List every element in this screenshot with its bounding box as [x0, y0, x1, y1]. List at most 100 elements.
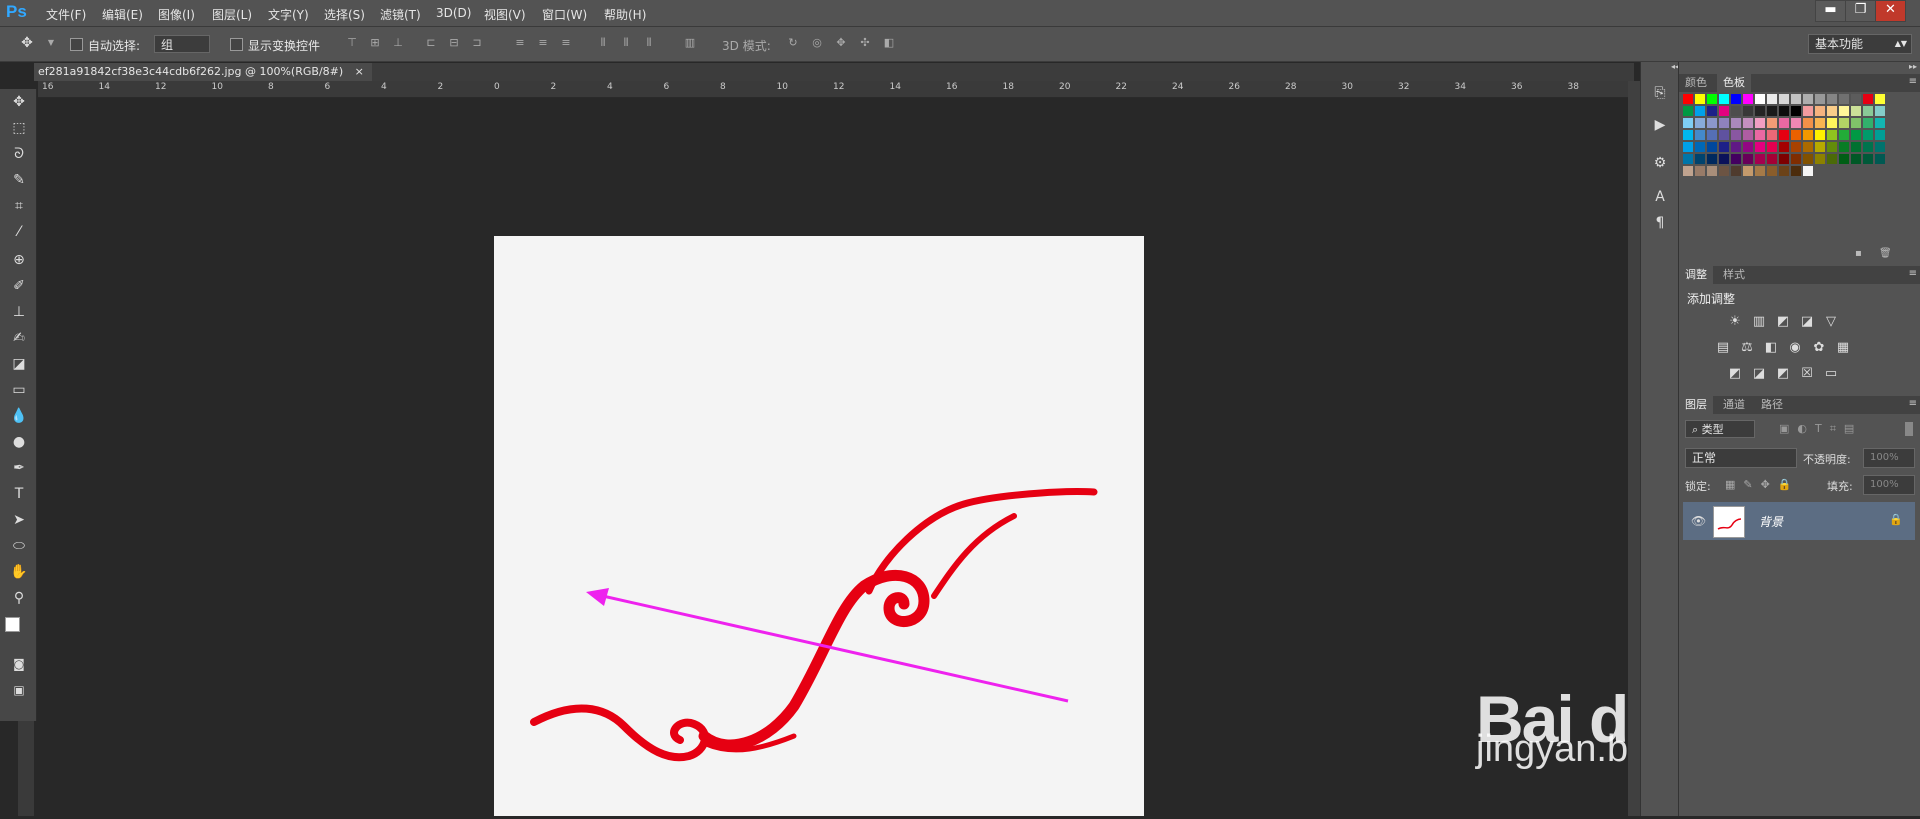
color-swatch[interactable] [1827, 142, 1837, 152]
camera-3d-icon[interactable]: ◧ [882, 36, 896, 50]
color-swatch[interactable] [1779, 154, 1789, 164]
color-swatch[interactable] [1719, 106, 1729, 116]
color-swatch[interactable] [1731, 154, 1741, 164]
expand-arrows-icon[interactable]: ▸▸ [1909, 62, 1917, 71]
color-swatch[interactable] [1791, 94, 1801, 104]
color-swatch[interactable] [1791, 142, 1801, 152]
tab-adjustments[interactable]: 调整 [1679, 266, 1713, 284]
color-swatch[interactable] [1743, 166, 1753, 176]
auto-align-icon[interactable]: ▥ [683, 36, 697, 50]
color-swatch[interactable] [1815, 106, 1825, 116]
collapse-arrows-icon[interactable]: ◂◂ [1641, 62, 1679, 72]
color-swatch[interactable] [1803, 106, 1813, 116]
exposure-icon[interactable]: ◪ [1799, 314, 1815, 330]
color-swatch[interactable] [1851, 118, 1861, 128]
color-swatch[interactable] [1707, 130, 1717, 140]
color-swatch[interactable] [1815, 130, 1825, 140]
menu-edit[interactable]: 编辑(E) [102, 6, 143, 23]
tab-color[interactable]: 颜色 [1679, 74, 1713, 92]
color-swatch[interactable] [1767, 106, 1777, 116]
swatches-grid[interactable] [1679, 94, 1920, 244]
color-swatch[interactable] [1731, 130, 1741, 140]
menu-select[interactable]: 选择(S) [324, 6, 365, 23]
color-swatch[interactable] [1731, 118, 1741, 128]
color-lookup-icon[interactable]: ▦ [1835, 340, 1851, 356]
color-swatch[interactable] [1779, 94, 1789, 104]
color-swatch[interactable] [1827, 106, 1837, 116]
color-swatch[interactable] [1875, 154, 1885, 164]
layer-name[interactable]: 背景 [1759, 513, 1783, 530]
selective-color-icon[interactable]: ☒ [1799, 366, 1815, 382]
distribute-left-icon[interactable]: ⫴ [596, 36, 610, 50]
color-swatch[interactable] [1683, 130, 1693, 140]
color-swatch[interactable] [1875, 94, 1885, 104]
color-swatch[interactable] [1719, 142, 1729, 152]
document-canvas[interactable] [494, 236, 1144, 816]
restore-button[interactable]: ❐ [1845, 0, 1876, 22]
color-swatch[interactable] [1875, 106, 1885, 116]
rotate-3d-icon[interactable]: ↻ [786, 36, 800, 50]
document-tab[interactable]: ef281a91842cf38e3c44cdb6f262.jpg @ 100%(… [34, 63, 372, 81]
hue-saturation-icon[interactable]: ▤ [1715, 340, 1731, 356]
menu-window[interactable]: 窗口(W) [542, 6, 587, 23]
new-swatch-icon[interactable]: ▪ [1855, 248, 1862, 259]
color-swatch[interactable] [1827, 154, 1837, 164]
eyedropper-tool-icon[interactable]: ⁄ [8, 221, 30, 243]
menu-type[interactable]: 文字(Y) [268, 6, 309, 23]
quick-mask-icon[interactable]: ◙ [8, 653, 30, 675]
menu-3d[interactable]: 3D(D) [436, 6, 471, 20]
color-swatch[interactable] [1695, 130, 1705, 140]
color-swatch[interactable] [1863, 142, 1873, 152]
color-swatch[interactable] [1791, 154, 1801, 164]
color-swatch[interactable] [1851, 106, 1861, 116]
character-panel-icon[interactable]: A [1649, 186, 1671, 208]
brush-tool-icon[interactable]: ✐ [8, 275, 30, 297]
color-swatch[interactable] [1851, 94, 1861, 104]
color-swatch[interactable] [1767, 154, 1777, 164]
layer-filter-icons[interactable]: ▣◐T⌗▤ [1779, 422, 1862, 436]
color-swatch[interactable] [1839, 94, 1849, 104]
color-swatch[interactable] [1767, 130, 1777, 140]
color-swatch[interactable] [1743, 106, 1753, 116]
menu-file[interactable]: 文件(F) [46, 6, 86, 23]
menu-help[interactable]: 帮助(H) [604, 6, 646, 23]
auto-select-checkbox[interactable] [70, 38, 83, 51]
align-left-icon[interactable]: ⊏ [424, 36, 438, 50]
paragraph-panel-icon[interactable]: ¶ [1649, 212, 1671, 234]
invert-icon[interactable]: ◩ [1727, 366, 1743, 382]
minimize-button[interactable]: ▬ [1815, 0, 1846, 22]
color-swatch[interactable] [1683, 154, 1693, 164]
color-swatch[interactable] [1803, 94, 1813, 104]
dodge-tool-icon[interactable]: ● [8, 431, 30, 453]
filter-toggle[interactable] [1905, 422, 1913, 436]
color-swatch[interactable] [1815, 94, 1825, 104]
history-brush-tool-icon[interactable]: ✍ [8, 327, 30, 349]
color-swatch[interactable] [1839, 154, 1849, 164]
foreground-color-swatch[interactable] [5, 617, 20, 632]
lasso-tool-icon[interactable]: ᘐ [8, 143, 30, 165]
shape-tool-icon[interactable]: ⬭ [8, 535, 30, 557]
color-swatch[interactable] [1719, 118, 1729, 128]
color-swatch[interactable] [1863, 130, 1873, 140]
pan-3d-icon[interactable]: ✥ [834, 36, 848, 50]
gradient-tool-icon[interactable]: ▭ [8, 379, 30, 401]
quick-select-tool-icon[interactable]: ✎ [8, 169, 30, 191]
color-swatch[interactable] [1683, 94, 1693, 104]
align-top-icon[interactable]: ⊤ [345, 36, 359, 50]
color-swatch[interactable] [1707, 106, 1717, 116]
color-swatch[interactable] [1767, 94, 1777, 104]
color-swatch[interactable] [1827, 130, 1837, 140]
color-swatch[interactable] [1731, 166, 1741, 176]
clone-stamp-tool-icon[interactable]: ⊥ [8, 301, 30, 323]
color-swatch[interactable] [1767, 166, 1777, 176]
distribute-right-icon[interactable]: ⫴ [642, 36, 656, 50]
distribute-vcenter-icon[interactable]: ≡ [536, 36, 550, 50]
color-swatch[interactable] [1755, 154, 1765, 164]
color-swatch[interactable] [1875, 142, 1885, 152]
layer-row-background[interactable]: 👁 背景 🔒 [1683, 502, 1915, 540]
zoom-tool-icon[interactable]: ⚲ [8, 587, 30, 609]
color-swatch[interactable] [1827, 94, 1837, 104]
blur-tool-icon[interactable]: 💧 [8, 405, 30, 427]
vibrance-icon[interactable]: ▽ [1823, 314, 1839, 330]
properties-panel-icon[interactable]: ⚙ [1649, 152, 1671, 174]
